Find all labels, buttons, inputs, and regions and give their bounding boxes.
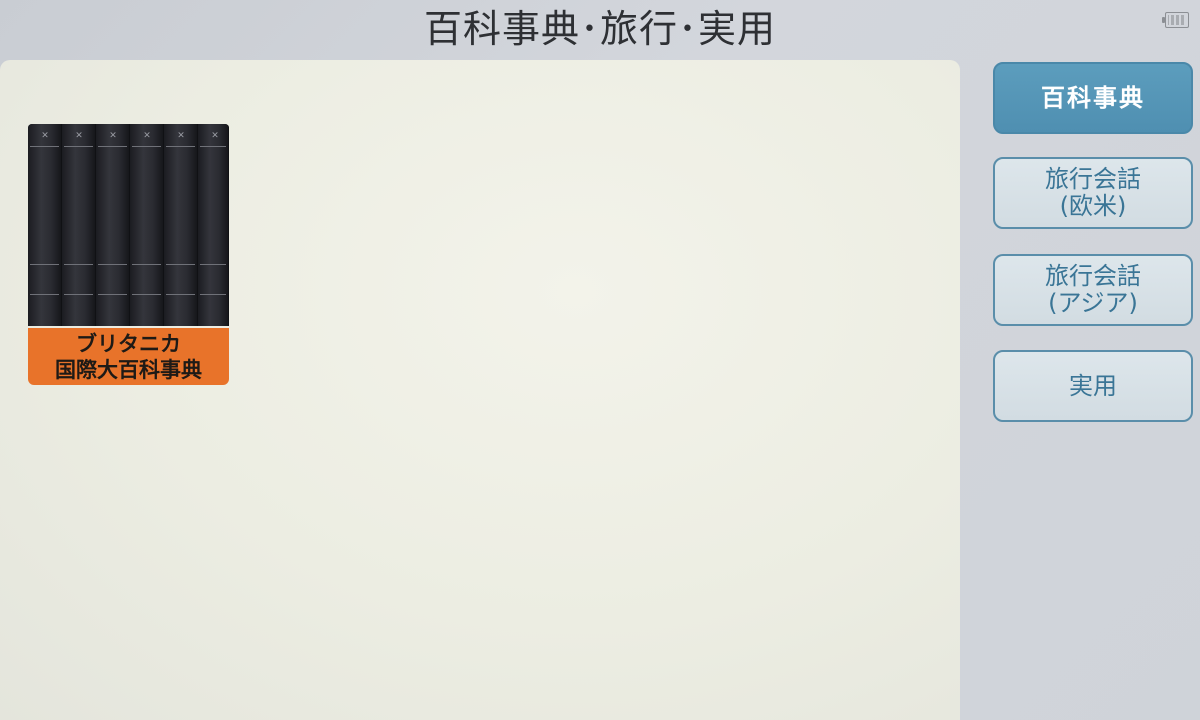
button-label: 旅行会話 xyxy=(1045,165,1141,193)
book-set-image: ✕ ✕ ✕ ✕ ✕ ✕ xyxy=(28,124,229,326)
category-button-practical[interactable]: 実用 xyxy=(993,350,1193,422)
book-label: ブリタニカ 国際大百科事典 xyxy=(28,328,229,385)
category-sidebar: 百科事典 旅行会話 (欧米) 旅行会話 (アジア) 実用 xyxy=(990,60,1196,720)
category-button-encyclopedia[interactable]: 百科事典 xyxy=(993,62,1193,134)
button-label: 実用 xyxy=(1069,371,1117,400)
button-sublabel: (欧米) xyxy=(1059,192,1127,220)
screen: 百科事典･旅行･実用 ✕ ✕ ✕ ✕ ✕ ✕ ブリタニカ 国際大百科事典 百科事… xyxy=(0,0,1200,720)
book-label-line2: 国際大百科事典 xyxy=(55,358,202,382)
book-tile-britannica[interactable]: ✕ ✕ ✕ ✕ ✕ ✕ ブリタニカ 国際大百科事典 xyxy=(28,124,229,385)
category-button-travel-western[interactable]: 旅行会話 (欧米) xyxy=(993,157,1193,229)
book-label-line1: ブリタニカ xyxy=(76,332,181,356)
button-label: 旅行会話 xyxy=(1045,262,1141,290)
button-sublabel: (アジア) xyxy=(1048,289,1138,317)
category-button-travel-asia[interactable]: 旅行会話 (アジア) xyxy=(993,254,1193,326)
page-title: 百科事典･旅行･実用 xyxy=(423,7,776,51)
button-label: 百科事典 xyxy=(1041,83,1145,112)
battery-icon xyxy=(1162,12,1190,30)
